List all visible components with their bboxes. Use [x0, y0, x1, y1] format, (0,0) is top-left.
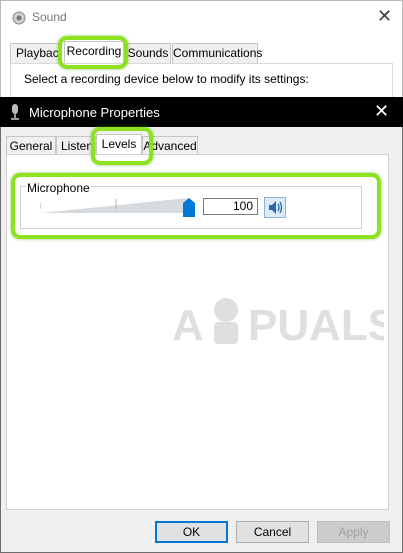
sound-tab-sounds[interactable]: Sounds: [125, 43, 171, 63]
dialog-close-icon[interactable]: ✕: [374, 101, 389, 121]
microphone-icon: [11, 104, 19, 120]
sound-app-icon: [12, 11, 26, 25]
appuals-watermark: A PUALS: [172, 298, 384, 350]
cancel-button[interactable]: Cancel: [236, 521, 309, 543]
sound-tab-communications[interactable]: Communications: [172, 43, 262, 63]
svg-text:A: A: [172, 301, 204, 350]
tab-listen[interactable]: Listen: [56, 136, 96, 156]
tab-general[interactable]: General: [6, 136, 56, 156]
sound-instruction-text: Select a recording device below to modif…: [24, 72, 309, 86]
sound-tab-playback[interactable]: Playback: [10, 43, 60, 63]
highlight-recording-tab: [58, 36, 128, 69]
sound-close-icon[interactable]: ✕: [377, 7, 392, 25]
svg-text:PUALS: PUALS: [248, 301, 384, 350]
highlight-levels-tab: [91, 127, 153, 165]
highlight-microphone-level: [11, 173, 381, 239]
dialog-title: Microphone Properties: [29, 105, 160, 120]
apply-button[interactable]: Apply: [317, 521, 390, 543]
ok-button[interactable]: OK: [155, 521, 228, 543]
sound-window-title: Sound: [32, 10, 67, 24]
